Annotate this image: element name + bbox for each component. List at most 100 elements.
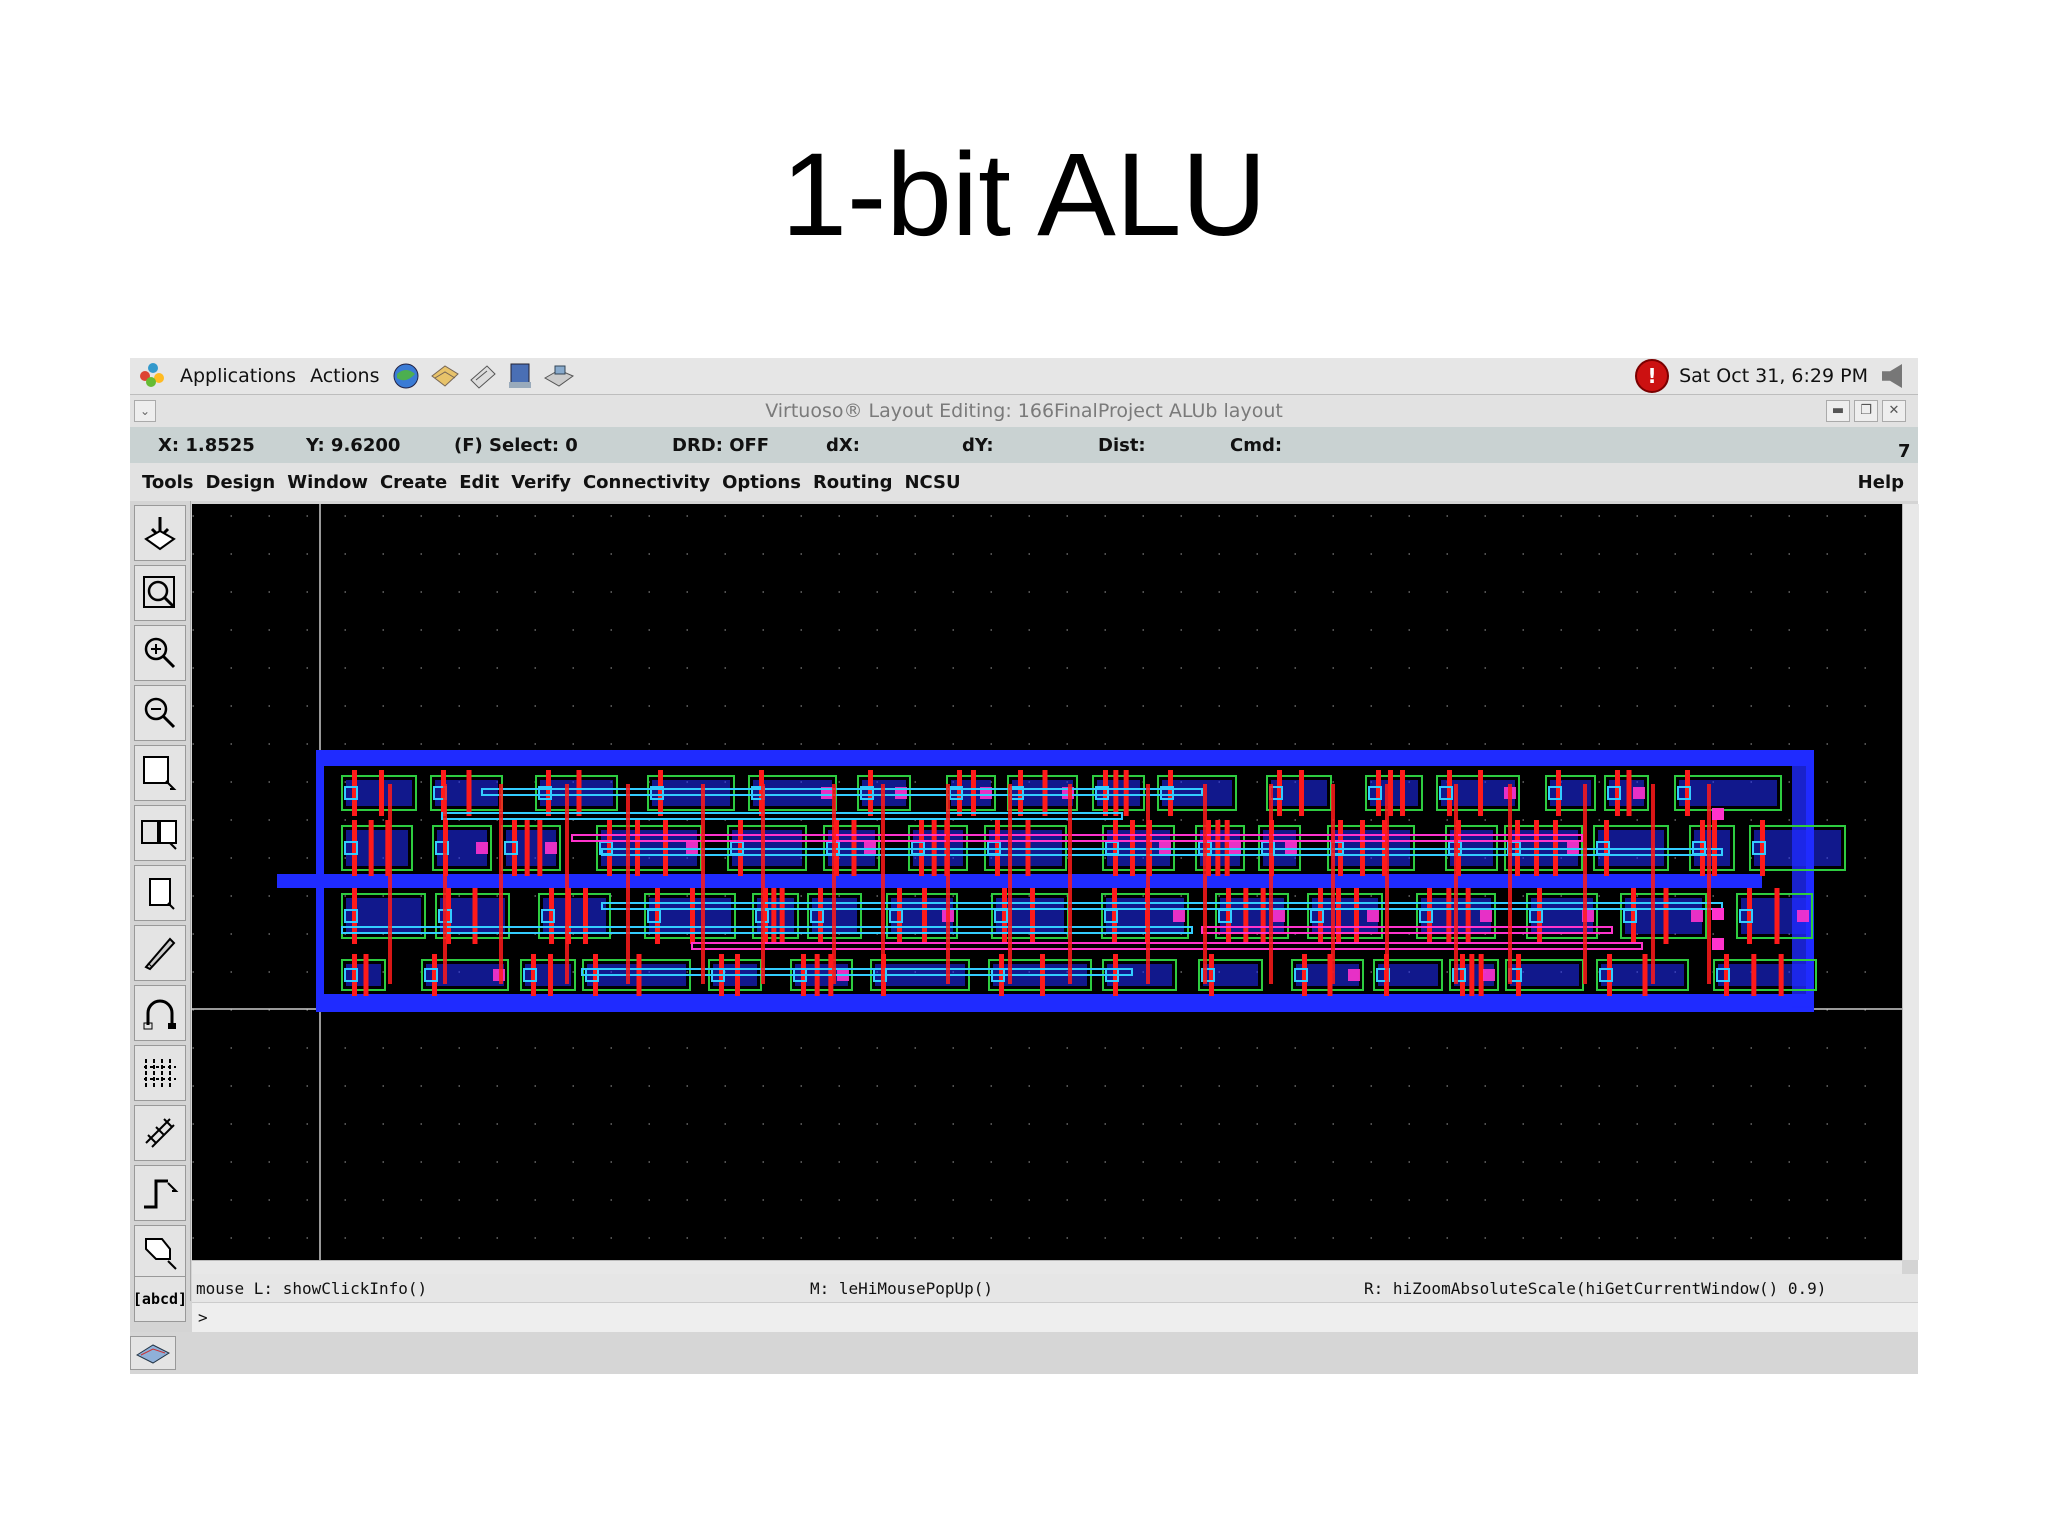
menu-routing[interactable]: Routing [813,472,893,493]
menu-ncsu[interactable]: NCSU [904,472,960,493]
command-line[interactable]: > [192,1302,1918,1333]
undo-icon [143,999,176,1030]
notes-icon[interactable] [467,362,499,390]
volume-icon[interactable] [1882,364,1902,388]
io-pin [1712,908,1724,920]
poly-gate [1113,770,1119,816]
command-prompt: > [198,1308,208,1327]
tool-palette [130,501,191,1301]
zoom-out-tool[interactable] [134,685,186,741]
ruler-tool[interactable] [134,1105,186,1161]
polygon-tool[interactable] [134,1225,186,1281]
poly-gate [1123,770,1129,816]
poly-gate [1042,770,1048,816]
network-icon[interactable] [543,362,575,390]
minimize-button[interactable]: ▬ [1826,400,1850,422]
copy-tool[interactable] [134,805,186,861]
delete-tool[interactable] [134,925,186,981]
property-tool[interactable] [134,1045,186,1101]
menu-verify[interactable]: Verify [511,472,571,493]
clock[interactable]: Sat Oct 31, 6:29 PM [1679,365,1868,387]
poly-strap [565,784,569,984]
path-tool[interactable] [134,1165,186,1221]
distance: Dist: [1098,435,1146,456]
poly-gate [1478,770,1483,816]
poly-gate [1446,888,1452,944]
via [1797,910,1809,922]
stretch-tool[interactable] [134,745,186,801]
poly-gate [1626,770,1632,816]
save-tool[interactable] [134,505,186,561]
zoom-fit-tool[interactable] [134,565,186,621]
coordinate-bar: X: 1.8525 Y: 9.6200 (F) Select: 0 DRD: O… [130,427,1918,463]
move-tool[interactable] [134,865,186,921]
applications-menu[interactable]: Applications [180,365,296,387]
gnome-foot-icon[interactable] [140,363,166,389]
close-button[interactable]: ✕ [1882,400,1906,422]
menu-design[interactable]: Design [206,472,276,493]
poly-gate [771,888,777,944]
via [1633,787,1645,799]
via [545,842,557,854]
alert-icon[interactable]: ! [1635,359,1670,393]
poly-gate [379,770,384,816]
poly-strap [443,784,447,984]
via [1367,910,1379,922]
poly-gate [1642,954,1648,996]
via [1173,910,1185,922]
browser-icon[interactable] [391,362,423,390]
copy-icon [141,820,177,850]
menu-connectivity[interactable]: Connectivity [583,472,710,493]
menu-bar: Tools Design Window Create Edit Verify C… [130,463,1918,501]
layer-palette-button[interactable] [130,1336,176,1370]
via [1348,969,1360,981]
slide-title: 1-bit ALU [781,129,1267,261]
horizontal-scrollbar[interactable] [192,1260,1902,1275]
poly-gate [1469,954,1475,996]
menu-help[interactable]: Help [1858,472,1904,493]
editor-icon[interactable] [505,362,537,390]
menu-create[interactable]: Create [380,472,447,493]
mouse-middle-binding: M: leHiMousePopUp() [810,1279,994,1298]
poly-gate [971,770,976,816]
menu-tools[interactable]: Tools [142,472,194,493]
via [1691,910,1703,922]
layout-canvas[interactable] [192,504,1902,1260]
mouse-left-binding: mouse L: showClickInfo() [196,1279,428,1298]
poly-gate [466,770,472,816]
poly-gate [1030,888,1035,944]
mouse-right-binding: R: hiZoomAbsoluteScale(hiGetCurrentWindo… [1364,1279,1827,1298]
vertical-scrollbar[interactable] [1902,504,1919,1260]
menu-edit[interactable]: Edit [459,472,499,493]
mail-icon[interactable] [429,362,461,390]
poly-gate [1663,888,1669,944]
via [1483,969,1495,981]
poly-gate [1778,954,1784,996]
maximize-button[interactable]: ❐ [1854,400,1878,422]
poly-gate [1751,954,1757,996]
poly-gate [1400,770,1405,816]
poly-gate [779,888,785,944]
poly-gate [1478,954,1484,996]
via [1480,910,1492,922]
menu-window[interactable]: Window [287,472,368,493]
poly-gate [1336,888,1341,944]
delete-icon [144,937,176,971]
property-icon [144,1059,176,1087]
diffusion [1754,830,1841,866]
launcher-bar [391,362,581,390]
poly-strap [626,784,630,984]
poly-gate [537,820,543,876]
top-rail [320,754,1810,766]
poly-strap [1146,784,1150,984]
poly-strap [1203,784,1207,984]
diffusion [1718,964,1812,986]
via [1273,910,1285,922]
menu-options[interactable]: Options [722,472,801,493]
poly-strap [832,784,836,984]
actions-menu[interactable]: Actions [310,365,379,387]
undo-tool[interactable] [134,985,186,1041]
zoom-in-tool[interactable] [134,625,186,681]
via [476,842,488,854]
label-tool[interactable]: [abcd] [133,1276,187,1322]
